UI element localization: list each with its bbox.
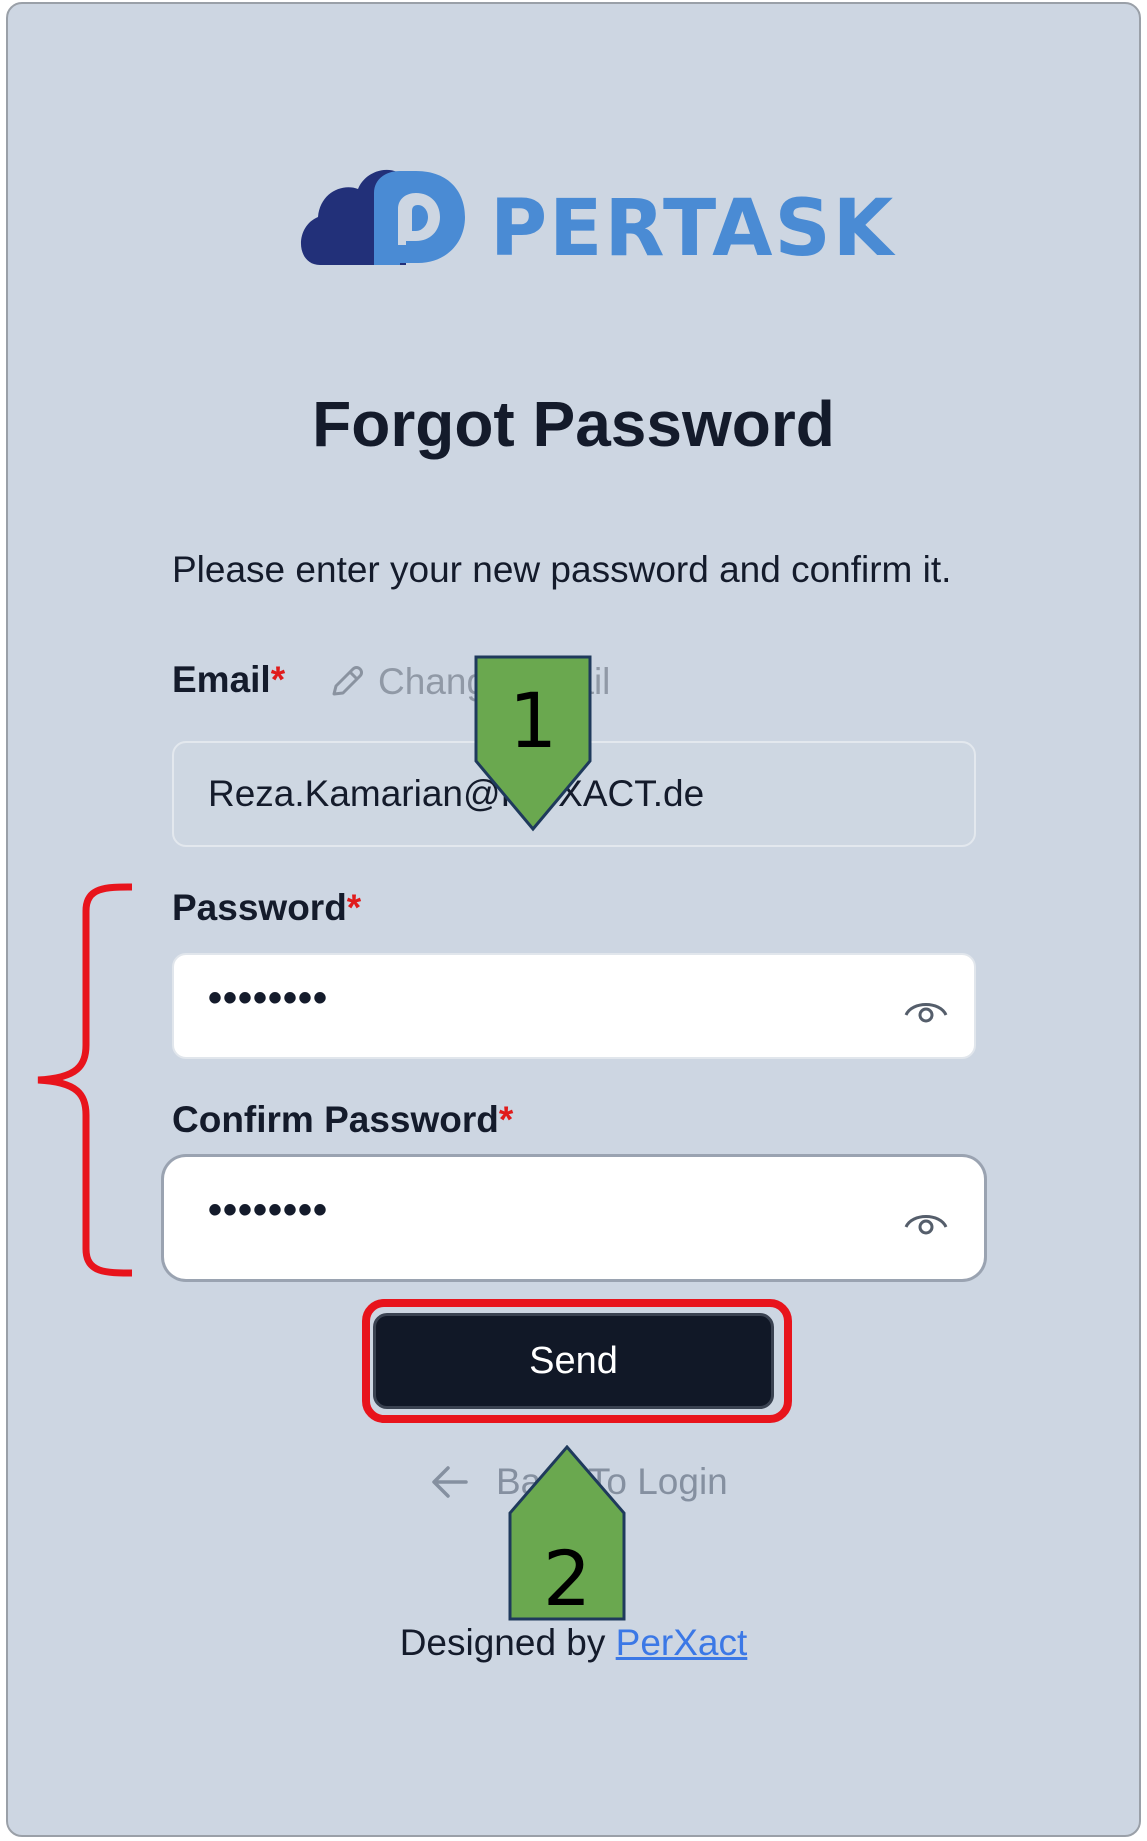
show-password-eye-icon[interactable] [902, 991, 950, 1027]
perxact-link[interactable]: PerXact [616, 1622, 748, 1663]
bracket-annotation-icon [37, 883, 133, 1277]
cloud-logo-icon [300, 169, 465, 265]
callout-2-number: 2 [543, 1534, 591, 1623]
send-button[interactable]: Send [373, 1313, 774, 1409]
password-value: •••••••• [208, 975, 329, 1020]
required-mark: * [270, 659, 286, 700]
email-label: Email* [172, 659, 286, 700]
callout-arrow-up-icon: 2 [508, 1445, 626, 1623]
callout-arrow-down-icon: 1 [474, 655, 592, 832]
password-input[interactable]: •••••••• [172, 953, 976, 1059]
footer-credit: Designed by PerXact [0, 1621, 1147, 1665]
page-subtitle: Please enter your new password and confi… [172, 549, 952, 590]
confirm-password-value: •••••••• [208, 1187, 329, 1232]
password-label: Password* [172, 887, 362, 928]
arrow-left-icon [432, 1466, 468, 1498]
pencil-icon [332, 666, 363, 696]
email-value: Reza.Kamarian@PerXACT.de [208, 773, 705, 814]
confirm-password-label: Confirm Password* [172, 1099, 514, 1140]
required-mark: * [498, 1099, 514, 1140]
required-mark: * [346, 887, 362, 928]
show-confirm-password-eye-icon[interactable] [902, 1203, 950, 1239]
page-title: Forgot Password [312, 388, 835, 460]
pertask-logo: PERTASK [300, 165, 893, 280]
callout-1-number: 1 [509, 676, 557, 765]
confirm-password-input[interactable]: •••••••• [172, 1165, 976, 1271]
logo-wordmark: PERTASK [490, 184, 896, 274]
footer-prefix: Designed by [399, 1622, 606, 1663]
